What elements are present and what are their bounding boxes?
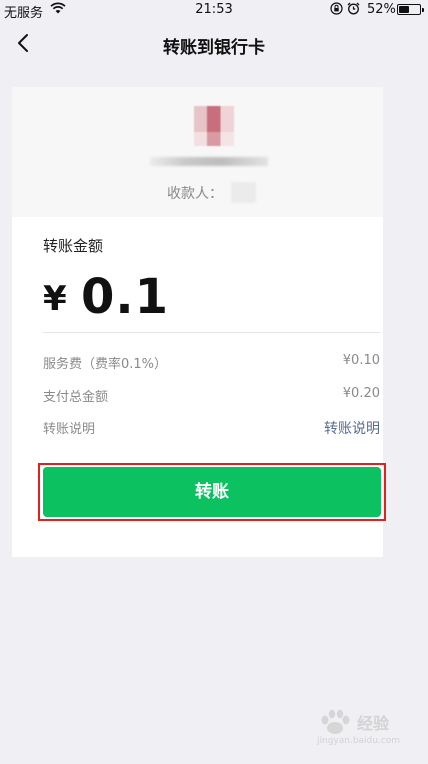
recipient-section: 收款人： (12, 87, 383, 217)
status-time: 21:53 (195, 2, 233, 17)
battery-icon (397, 4, 424, 15)
watermark: 经验 jingyan.baidu.com (313, 708, 413, 750)
transfer-card: 收款人： 转账金额 ¥ 0.1 服务费（费率0.1%） ¥0.10 支付总金额 … (12, 87, 386, 557)
service-fee-row: 服务费（费率0.1%） ¥0.10 (43, 353, 380, 373)
transfer-note-link[interactable]: 转账说明 (324, 418, 380, 438)
service-fee-label: 服务费（费率0.1%） (43, 357, 168, 372)
divider (43, 332, 380, 333)
total-amount-label: 支付总金额 (43, 390, 109, 405)
alarm-icon (347, 2, 360, 15)
amount-value: 0.1 (81, 269, 170, 325)
battery-percent: 52% (367, 2, 396, 17)
paw-logo (321, 709, 350, 734)
recipient-name-redacted (150, 157, 268, 166)
transfer-note-row: 转账说明 转账说明 (43, 418, 380, 438)
currency-symbol: ¥ (43, 279, 67, 319)
page-title: 转账到银行卡 (163, 38, 265, 58)
battery-fill (399, 6, 409, 13)
amount-title: 转账金额 (43, 237, 104, 255)
watermark-text: 经验 (357, 714, 390, 733)
service-fee-value: ¥0.10 (342, 353, 380, 368)
nav-bar: 转账到银行卡 (0, 20, 428, 66)
transfer-button[interactable]: 转账 (43, 467, 381, 517)
total-amount-row: 支付总金额 ¥0.20 (43, 386, 380, 406)
total-amount-value: ¥0.20 (342, 386, 380, 401)
transfer-note-label: 转账说明 (43, 422, 96, 437)
payee-label: 收款人： (167, 186, 223, 202)
watermark-url: jingyan.baidu.com (317, 736, 401, 746)
avatar (194, 106, 234, 146)
payee-name-redacted (231, 182, 256, 203)
status-bar: 无服务 21:53 52% (0, 0, 428, 21)
orientation-lock-icon (330, 2, 343, 15)
